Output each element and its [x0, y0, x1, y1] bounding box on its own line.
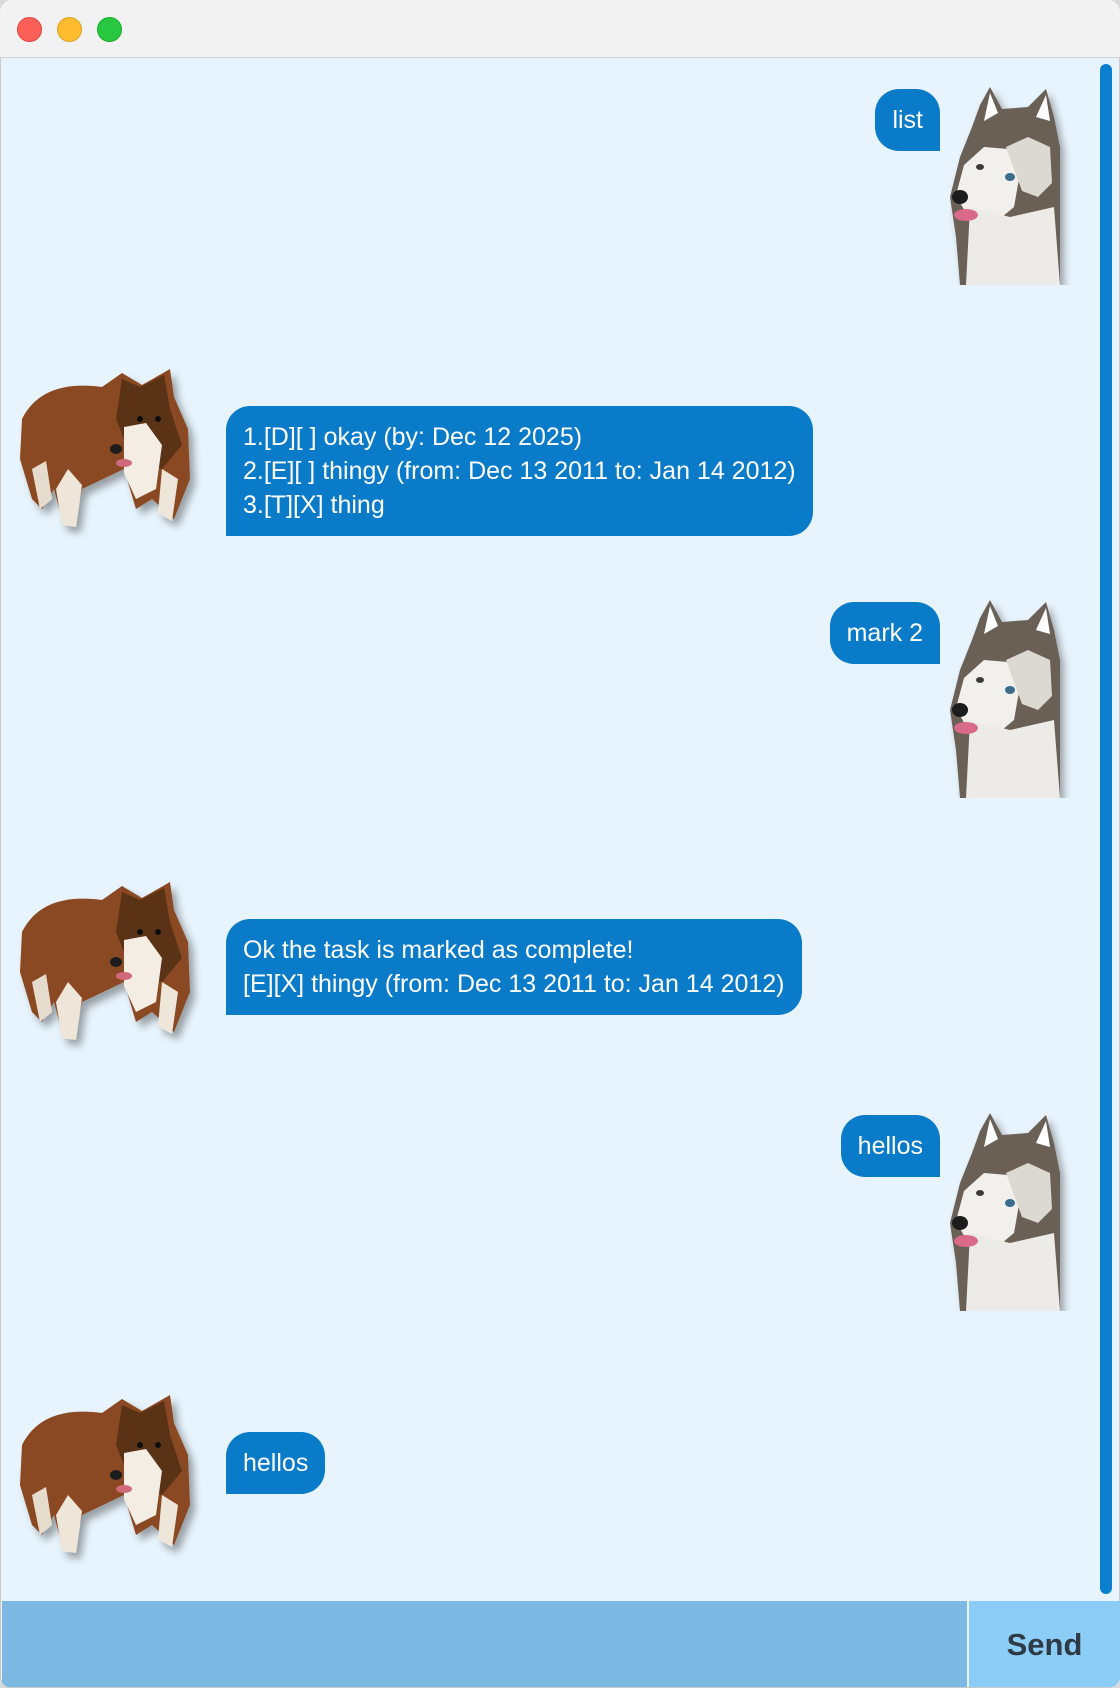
send-button[interactable]: Send [969, 1601, 1120, 1687]
input-bar: Send [0, 1601, 1120, 1688]
scrollbar-thumb[interactable] [1100, 64, 1112, 1594]
sheltie-dog-avatar-icon [12, 1375, 202, 1575]
message-line: 2.[E][ ] thingy (from: Dec 13 2011 to: J… [243, 457, 796, 485]
message-line: list [892, 106, 923, 134]
message-line: mark 2 [846, 619, 923, 647]
bot-dialog-box: hellos [0, 1325, 1098, 1585]
message-line: 1.[D][ ] okay (by: Dec 12 2025) [243, 423, 583, 451]
sheltie-dog-avatar-icon [12, 349, 202, 549]
dialog-container: list 1.[D][ ] okay (by: Dec 12 2025) 2.[… [0, 59, 1098, 1600]
user-message-bubble: list [875, 89, 940, 151]
message-line: hellos [243, 1449, 309, 1477]
husky-dog-avatar-icon [950, 1113, 1082, 1311]
user-message-bubble: hellos [840, 1115, 940, 1177]
husky-dog-avatar-icon [950, 600, 1082, 798]
message-line: [E][X] thingy (from: Dec 13 2011 to: Jan… [243, 970, 785, 998]
bot-message-bubble: hellos [226, 1432, 326, 1494]
bot-dialog-box: Ok the task is marked as complete! [E][X… [0, 812, 1098, 1072]
bot-message-bubble: 1.[D][ ] okay (by: Dec 12 2025) 2.[E][ ]… [226, 406, 813, 536]
user-message-bubble: mark 2 [829, 602, 940, 664]
bot-message-bubble: Ok the task is marked as complete! [E][X… [226, 919, 802, 1015]
user-dialog-box: mark 2 [0, 572, 1098, 812]
minimize-window-button[interactable] [57, 17, 82, 42]
bot-dialog-box: 1.[D][ ] okay (by: Dec 12 2025) 2.[E][ ]… [0, 299, 1098, 559]
message-input[interactable] [2, 1601, 967, 1687]
chat-window: list 1.[D][ ] okay (by: Dec 12 2025) 2.[… [0, 0, 1120, 1688]
message-line: Ok the task is marked as complete! [243, 936, 634, 964]
message-line: hellos [857, 1132, 923, 1160]
zoom-window-button[interactable] [97, 17, 122, 42]
close-window-button[interactable] [17, 17, 42, 42]
user-dialog-box: list [0, 59, 1098, 299]
title-bar [0, 0, 1120, 58]
user-dialog-box: hellos [0, 1085, 1098, 1325]
message-line: 3.[T][X] thing [243, 491, 385, 519]
sheltie-dog-avatar-icon [12, 862, 202, 1062]
husky-dog-avatar-icon [950, 87, 1082, 285]
